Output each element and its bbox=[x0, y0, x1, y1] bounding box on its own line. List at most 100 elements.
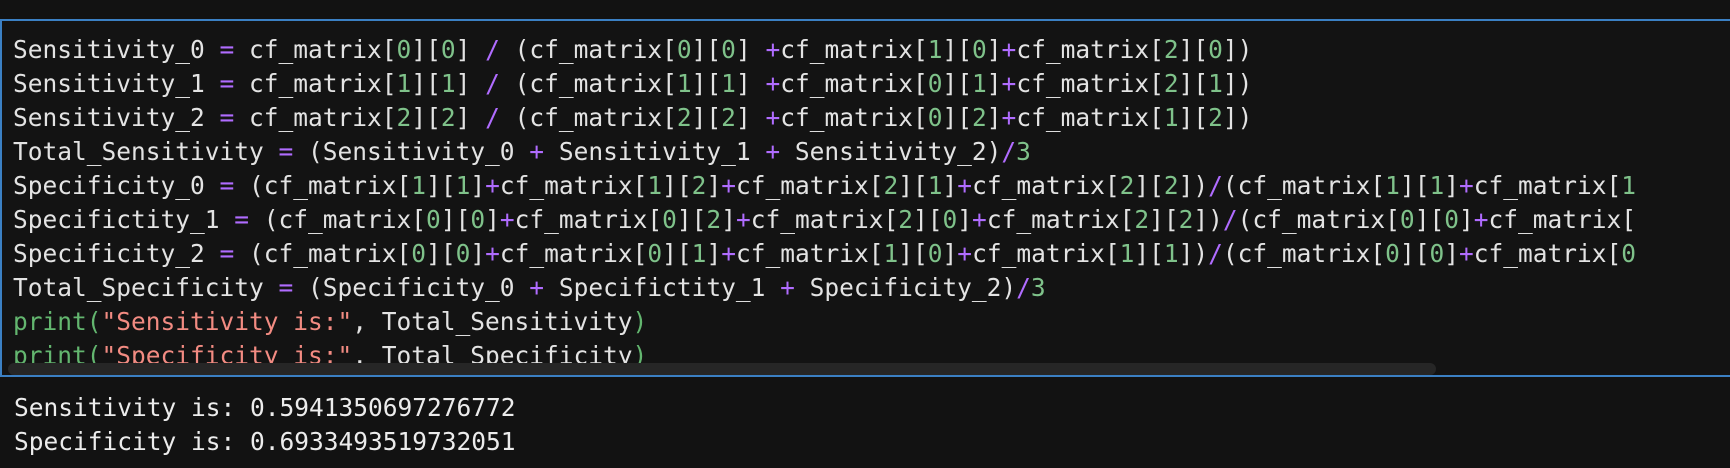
code-token: 0 bbox=[721, 35, 736, 64]
code-token: 2 bbox=[1163, 171, 1179, 200]
code-token: cf_matrix[ bbox=[499, 239, 648, 268]
code-token: ][ bbox=[662, 171, 692, 200]
code-token: 2 bbox=[1163, 35, 1179, 64]
code-token: ][ bbox=[691, 103, 722, 132]
code-token: + bbox=[529, 273, 545, 302]
code-token: (cf_matrix[ bbox=[249, 205, 427, 234]
code-token: = bbox=[219, 239, 235, 268]
code-token: 2 bbox=[721, 103, 736, 132]
code-token: / bbox=[485, 103, 500, 132]
code-token: 1 bbox=[927, 171, 943, 200]
code-token: ][ bbox=[942, 69, 973, 98]
code-token: 0 bbox=[676, 35, 692, 64]
code-token: 1 bbox=[721, 69, 736, 98]
code-token: + bbox=[780, 273, 795, 302]
code-token: + bbox=[972, 205, 987, 234]
code-token: Sensitivity_0 bbox=[13, 35, 220, 64]
code-token: ] bbox=[706, 239, 722, 268]
code-line[interactable]: Total_Specificity = (Specificity_0 + Spe… bbox=[13, 271, 1636, 305]
code-line[interactable]: Specificity_2 = (cf_matrix[0][0]+cf_matr… bbox=[13, 237, 1636, 271]
code-token: 3 bbox=[1016, 137, 1031, 166]
code-token: / bbox=[485, 35, 500, 64]
code-token: 3 bbox=[1030, 273, 1046, 302]
code-token: cf_matrix[ bbox=[1473, 239, 1622, 268]
code-token: ]) bbox=[1178, 239, 1209, 268]
code-line[interactable]: Sensitivity_0 = cf_matrix[0][0] / (cf_ma… bbox=[13, 33, 1636, 67]
code-token: ][ bbox=[440, 205, 471, 234]
code-token: (cf_matrix[ bbox=[1237, 205, 1400, 234]
code-token: = bbox=[219, 171, 235, 200]
code-token: ][ bbox=[1178, 35, 1209, 64]
code-token: cf_matrix[ bbox=[1016, 69, 1164, 98]
code-token: (Sensitivity_0 bbox=[293, 137, 530, 166]
code-token: / bbox=[1001, 137, 1017, 166]
code-token: cf_matrix[ bbox=[1016, 35, 1164, 64]
code-token: (cf_matrix[ bbox=[499, 69, 677, 98]
code-line[interactable]: print("Sensitivity is:", Total_Sensitivi… bbox=[13, 305, 1636, 339]
code-token: ]) bbox=[1222, 35, 1253, 64]
code-token: cf_matrix[ bbox=[780, 103, 928, 132]
code-token: + bbox=[1473, 205, 1489, 234]
code-token: ] bbox=[706, 171, 722, 200]
code-token: Total_Specificity bbox=[13, 273, 279, 302]
code-token: ][ bbox=[942, 103, 973, 132]
horizontal-scrollbar[interactable] bbox=[8, 363, 1436, 375]
code-token: 0 bbox=[470, 205, 486, 234]
code-token: + bbox=[765, 137, 781, 166]
code-token: / bbox=[1016, 273, 1031, 302]
code-line[interactable]: Specifictity_1 = (cf_matrix[0][0]+cf_mat… bbox=[13, 203, 1636, 237]
code-token: ] bbox=[455, 35, 486, 64]
code-token: 0 bbox=[1385, 239, 1400, 268]
code-token: ] bbox=[721, 205, 736, 234]
code-token: ][ bbox=[411, 103, 441, 132]
code-token: 2 bbox=[440, 103, 456, 132]
code-token: + bbox=[499, 205, 515, 234]
code-token: "Sensitivity is:" bbox=[101, 307, 353, 336]
code-token: 0 bbox=[1208, 35, 1223, 64]
code-token: Sensitivity_2) bbox=[780, 137, 1002, 166]
code-token: ][ bbox=[691, 35, 722, 64]
code-token: + bbox=[957, 171, 973, 200]
code-token: 1 bbox=[691, 239, 707, 268]
code-token: + bbox=[765, 35, 781, 64]
code-token: ][ bbox=[426, 171, 456, 200]
code-token: = bbox=[234, 205, 250, 234]
code-token: (cf_matrix[ bbox=[499, 35, 677, 64]
code-token: 1 bbox=[883, 239, 899, 268]
code-token: (Specificity_0 bbox=[293, 273, 530, 302]
code-token: , Total_Sensitivity bbox=[352, 307, 633, 336]
code-line[interactable]: Specificity_0 = (cf_matrix[1][1]+cf_matr… bbox=[13, 169, 1636, 203]
code-line[interactable]: Total_Sensitivity = (Sensitivity_0 + Sen… bbox=[13, 135, 1636, 169]
code-token: 1 bbox=[676, 69, 692, 98]
code-token: (cf_matrix[ bbox=[499, 103, 677, 132]
code-token: ][ bbox=[426, 239, 456, 268]
code-token: (cf_matrix[ bbox=[1222, 171, 1386, 200]
code-token: 0 bbox=[455, 239, 471, 268]
code-token: Specifictity_1 bbox=[13, 205, 235, 234]
code-token: cf_matrix[ bbox=[1488, 205, 1637, 234]
code-token: ]) bbox=[1222, 103, 1253, 132]
code-token: / bbox=[1208, 171, 1223, 200]
code-token: ] bbox=[1444, 239, 1459, 268]
code-token: cf_matrix[ bbox=[972, 171, 1120, 200]
code-line[interactable]: Sensitivity_2 = cf_matrix[2][2] / (cf_ma… bbox=[13, 101, 1636, 135]
code-token: 2 bbox=[883, 171, 899, 200]
code-token: cf_matrix[ bbox=[735, 171, 884, 200]
code-token: Total_Sensitivity bbox=[13, 137, 279, 166]
code-token: 0 bbox=[1444, 205, 1459, 234]
code-token: Sensitivity_2 bbox=[13, 103, 220, 132]
code-line[interactable]: Sensitivity_1 = cf_matrix[1][1] / (cf_ma… bbox=[13, 67, 1636, 101]
code-editor[interactable]: Sensitivity_0 = cf_matrix[0][0] / (cf_ma… bbox=[13, 33, 1636, 373]
code-token: 1 bbox=[1429, 171, 1445, 200]
code-token: / bbox=[1222, 205, 1238, 234]
code-token: (cf_matrix[ bbox=[1222, 239, 1386, 268]
code-token: cf_matrix[ bbox=[986, 205, 1135, 234]
code-token: + bbox=[1458, 239, 1474, 268]
code-token: ][ bbox=[1399, 171, 1430, 200]
code-cell[interactable]: Sensitivity_0 = cf_matrix[0][0] / (cf_ma… bbox=[0, 19, 1730, 377]
code-token: 2 bbox=[676, 103, 692, 132]
code-token: 1 bbox=[396, 69, 412, 98]
code-token: cf_matrix[ bbox=[234, 103, 397, 132]
code-token: ]) bbox=[1178, 171, 1209, 200]
code-token: ] bbox=[470, 239, 486, 268]
